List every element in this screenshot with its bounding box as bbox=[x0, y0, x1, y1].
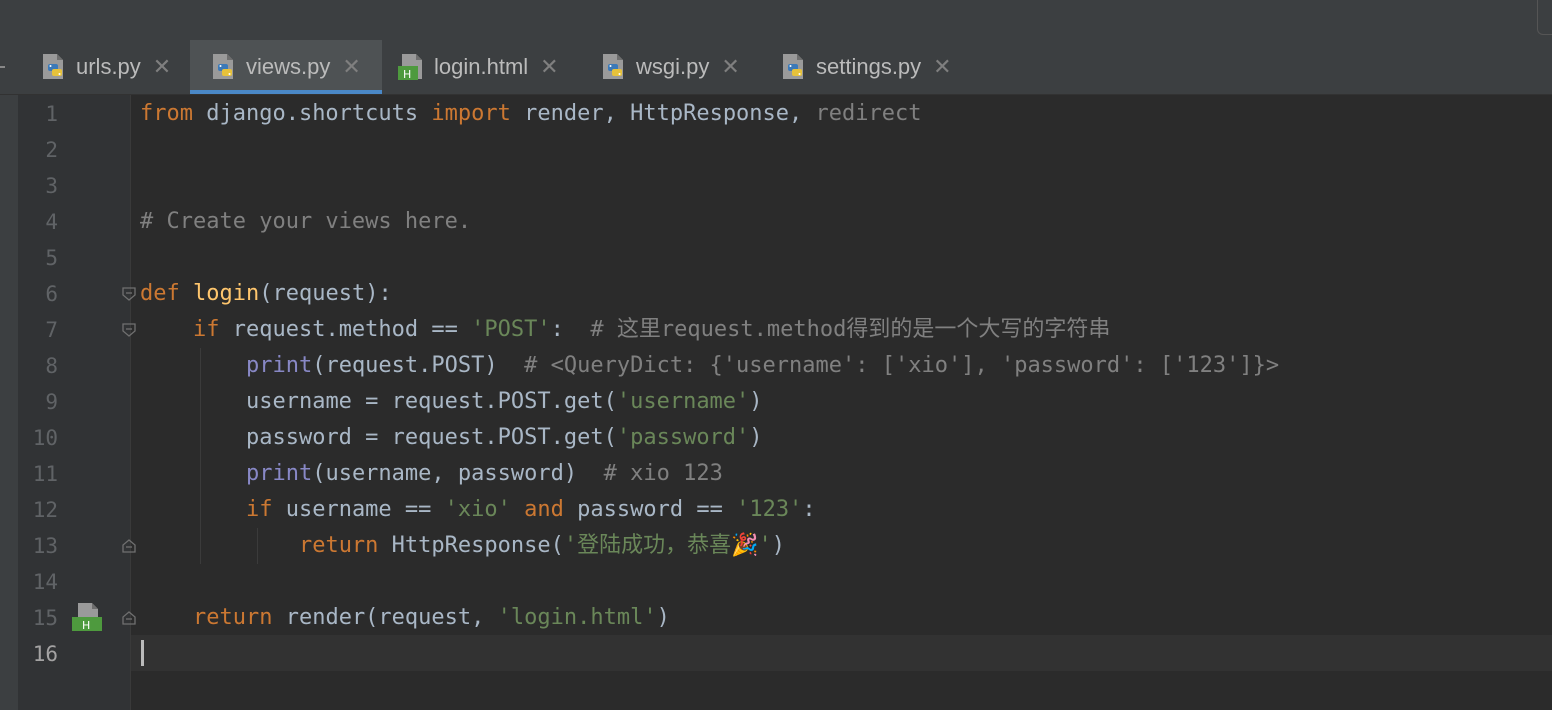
python-file-icon bbox=[780, 52, 808, 82]
python-file-icon bbox=[600, 52, 628, 82]
python-file-icon bbox=[210, 52, 238, 82]
close-icon[interactable]: ✕ bbox=[153, 54, 171, 80]
tab-login-html[interactable]: H login.html ✕ bbox=[398, 40, 559, 94]
close-icon[interactable]: ✕ bbox=[721, 54, 739, 80]
code-line-10: password = request.POST.get('password') bbox=[245, 425, 763, 450]
svg-text:H: H bbox=[403, 68, 411, 81]
code-line-9: username = request.POST.get('username') bbox=[245, 389, 763, 414]
code-line-8: print(request.POST) # <QueryDict: {'user… bbox=[245, 353, 1280, 378]
tab-label: wsgi.py bbox=[636, 54, 710, 79]
line-number: 4 bbox=[45, 210, 58, 234]
tab-settings-py[interactable]: settings.py ✕ bbox=[780, 40, 952, 94]
line-number: 3 bbox=[45, 174, 58, 198]
line-number: 6 bbox=[45, 282, 58, 306]
code-line-4: # Create your views here. bbox=[140, 209, 472, 234]
line-number: 15 bbox=[32, 606, 58, 630]
line-number: 5 bbox=[45, 246, 58, 270]
close-icon[interactable]: ✕ bbox=[342, 54, 360, 80]
tab-label: views.py bbox=[246, 54, 331, 79]
close-icon[interactable]: ✕ bbox=[933, 54, 951, 80]
line-number: 7 bbox=[45, 318, 58, 342]
tab-label: login.html bbox=[434, 54, 529, 79]
line-number: 2 bbox=[45, 138, 58, 162]
python-file-icon bbox=[40, 52, 68, 82]
fold-icon[interactable] bbox=[122, 323, 136, 337]
line-number: 1 bbox=[45, 102, 58, 126]
line-number: 14 bbox=[32, 570, 58, 594]
editor-tab-bar: urls.py ✕ views.py ✕ H login.html ✕ wsgi… bbox=[0, 40, 1552, 95]
code-line-15: return render(request, 'login.html') bbox=[192, 605, 670, 630]
line-number: 10 bbox=[32, 426, 58, 450]
code-line-6: def login(request): bbox=[140, 281, 392, 306]
window-corner bbox=[1537, 0, 1552, 35]
code-line-7: if request.method == 'POST': # 这里request… bbox=[192, 317, 1111, 342]
title-bar bbox=[0, 0, 1552, 41]
close-icon[interactable]: ✕ bbox=[540, 54, 558, 80]
tab-label: settings.py bbox=[816, 54, 922, 79]
code-editor[interactable]: from django.shortcuts import render, Htt… bbox=[140, 96, 1279, 672]
code-line-13: return HttpResponse('登陆成功，恭喜🎉') bbox=[298, 533, 786, 558]
fold-icon[interactable] bbox=[122, 287, 136, 301]
tab-bar-left-marker bbox=[0, 66, 5, 68]
code-line-12: if username == 'xio' and password == '12… bbox=[245, 497, 816, 522]
tool-window-strip bbox=[0, 95, 18, 710]
line-number: 8 bbox=[45, 354, 58, 378]
line-number: 11 bbox=[32, 462, 58, 486]
line-number: 9 bbox=[45, 390, 58, 414]
fold-end-icon[interactable] bbox=[122, 611, 136, 625]
html-file-icon: H bbox=[398, 52, 426, 82]
code-line-11: print(username, password) # xio 123 bbox=[245, 461, 723, 486]
text-caret bbox=[141, 640, 144, 666]
html-template-gutter-icon[interactable]: H bbox=[72, 603, 102, 633]
tab-views-py[interactable]: views.py ✕ bbox=[190, 40, 382, 94]
svg-text:H: H bbox=[82, 619, 90, 632]
tab-label: urls.py bbox=[76, 54, 141, 79]
line-number: 13 bbox=[32, 534, 58, 558]
code-line-1: from django.shortcuts import render, Htt… bbox=[140, 101, 922, 126]
line-number-current: 16 bbox=[32, 642, 58, 666]
line-number: 12 bbox=[32, 498, 58, 522]
tab-wsgi-py[interactable]: wsgi.py ✕ bbox=[600, 40, 740, 94]
fold-end-icon[interactable] bbox=[122, 539, 136, 553]
tab-urls-py[interactable]: urls.py ✕ bbox=[40, 40, 171, 94]
